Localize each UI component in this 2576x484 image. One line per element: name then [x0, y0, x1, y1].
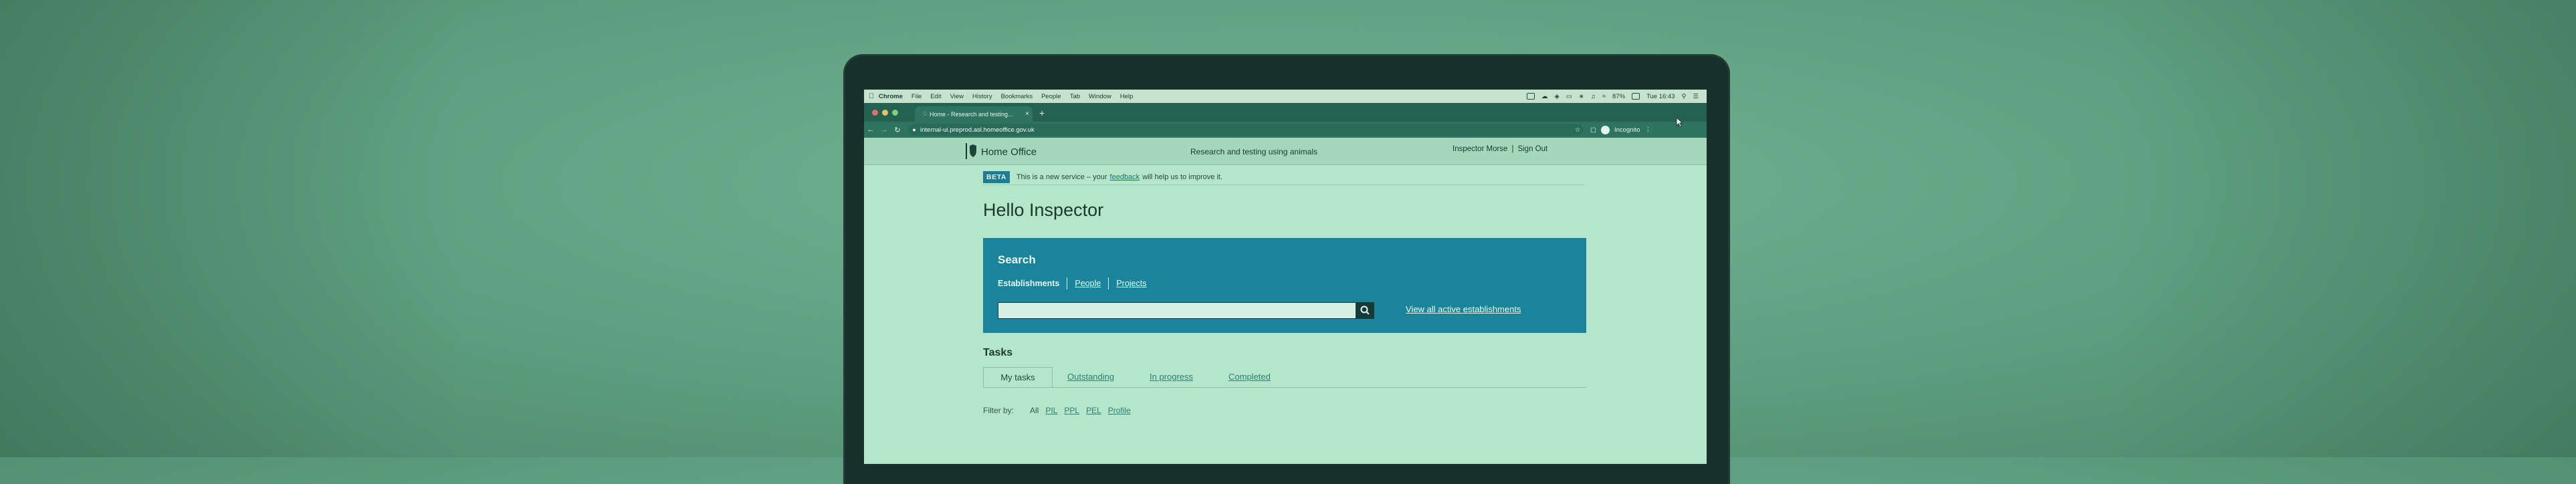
- mouse-cursor-icon: [1676, 117, 1684, 128]
- tab-completed[interactable]: Completed: [1228, 372, 1271, 382]
- crest-icon: [970, 144, 976, 157]
- service-name[interactable]: Research and testing using animals: [1190, 147, 1317, 156]
- clock[interactable]: Tue 16:43: [1646, 93, 1675, 100]
- menu-file[interactable]: File: [911, 93, 922, 100]
- menu-help[interactable]: Help: [1120, 93, 1134, 100]
- sign-out-link[interactable]: Sign Out: [1517, 145, 1547, 153]
- web-page: Home Office Research and testing using a…: [864, 138, 1707, 464]
- feedback-link[interactable]: feedback: [1110, 173, 1140, 181]
- lock-icon[interactable]: ●: [908, 126, 920, 133]
- page-title: Hello Inspector: [983, 200, 1104, 220]
- filter-ppl[interactable]: PPL: [1064, 406, 1079, 415]
- beta-text-start: This is a new service – your: [1016, 173, 1107, 181]
- browser-tab[interactable]: ♢ Home - Research and testing... ×: [915, 106, 1033, 122]
- search-button[interactable]: [1356, 302, 1374, 319]
- wifi-icon[interactable]: ≈: [1602, 93, 1606, 100]
- tab-my-tasks[interactable]: My tasks: [983, 367, 1053, 387]
- menu-tab[interactable]: Tab: [1070, 93, 1080, 100]
- filter-pel[interactable]: PEL: [1086, 406, 1101, 415]
- search-icon: [1360, 306, 1370, 315]
- address-bar[interactable]: ● internal-ui.preprod.asl.homeoffice.gov…: [908, 124, 1584, 136]
- beta-text-end: will help us to improve it.: [1142, 173, 1223, 181]
- home-office-logo[interactable]: Home Office: [981, 146, 1037, 158]
- tab-title: Home - Research and testing...: [930, 110, 1013, 118]
- task-filter: Filter by: All PIL PPL PEL Profile: [983, 406, 1131, 415]
- search-panel: Search Establishments People Projects Vi…: [983, 238, 1586, 333]
- filter-label: Filter by:: [983, 406, 1014, 415]
- view-all-establishments-link[interactable]: View all active establishments: [1406, 304, 1521, 314]
- laptop-screen:  Chrome File Edit View History Bookmark…: [864, 90, 1707, 464]
- volume-icon[interactable]: ♫: [1591, 93, 1596, 100]
- beta-tag: BETA: [983, 171, 1010, 183]
- filter-pil[interactable]: PIL: [1045, 406, 1057, 415]
- search-tab-divider: [1108, 277, 1109, 289]
- menubar-status-area: ☁ ◈ ▭ ∗ ♫ ≈ 87% Tue 16:43 ⚲ ☰: [1526, 92, 1707, 100]
- bookmark-star-icon[interactable]: ☆: [1572, 126, 1584, 134]
- cloud-icon[interactable]: ☁: [1541, 93, 1548, 100]
- menu-history[interactable]: History: [972, 93, 992, 100]
- menu-window[interactable]: Window: [1089, 93, 1111, 100]
- notification-center-icon[interactable]: ☰: [1693, 93, 1699, 100]
- more-menu-icon[interactable]: ⋮: [1645, 126, 1652, 134]
- status-app-icon[interactable]: [1526, 93, 1535, 100]
- tasks-heading: Tasks: [983, 347, 1013, 358]
- beta-banner: BETA This is a new service – your feedba…: [983, 170, 1585, 185]
- close-window-button[interactable]: [872, 110, 878, 116]
- close-tab-icon[interactable]: ×: [1022, 110, 1033, 118]
- search-input[interactable]: [998, 302, 1356, 319]
- site-header: Home Office Research and testing using a…: [864, 138, 1707, 165]
- brand-bar: [966, 143, 967, 159]
- forward-icon[interactable]: →: [877, 126, 891, 134]
- menu-bookmarks[interactable]: Bookmarks: [1001, 93, 1033, 100]
- minimize-window-button[interactable]: [882, 110, 888, 116]
- search-tab-people[interactable]: People: [1075, 279, 1101, 288]
- apple-icon[interactable]: : [864, 92, 879, 100]
- menu-edit[interactable]: Edit: [930, 93, 941, 100]
- dropbox-icon[interactable]: ◈: [1554, 93, 1559, 100]
- new-tab-icon[interactable]: +: [1039, 108, 1045, 118]
- monitor-icon[interactable]: ▭: [1566, 93, 1572, 100]
- menu-people[interactable]: People: [1041, 93, 1061, 100]
- zoom-window-button[interactable]: [892, 110, 898, 116]
- battery-percent: 87%: [1612, 92, 1626, 100]
- battery-icon[interactable]: [1632, 93, 1640, 100]
- search-tabs: Establishments People Projects: [998, 277, 1146, 289]
- search-tab-projects[interactable]: Projects: [1116, 279, 1146, 288]
- user-separator: |: [1511, 145, 1514, 153]
- browser-toolbar: ← → ↻ ● internal-ui.preprod.asl.homeoffi…: [864, 122, 1707, 138]
- task-tabs: My tasks Outstanding In progress Complet…: [983, 367, 1586, 388]
- reload-icon[interactable]: ↻: [891, 126, 904, 134]
- spotlight-search-icon[interactable]: ⚲: [1682, 93, 1687, 100]
- url-text[interactable]: internal-ui.preprod.asl.homeoffice.gov.u…: [920, 126, 1572, 134]
- browser-tabstrip: ♢ Home - Research and testing... × +: [864, 103, 1707, 122]
- cast-icon[interactable]: ▢: [1590, 126, 1596, 134]
- tab-in-progress[interactable]: In progress: [1150, 372, 1193, 382]
- filter-all[interactable]: All: [1030, 406, 1039, 415]
- menu-chrome[interactable]: Chrome: [879, 93, 903, 100]
- menu-view[interactable]: View: [950, 93, 964, 100]
- browser-tools: ▢ Incognito ⋮: [1590, 125, 1652, 134]
- search-tab-establishments[interactable]: Establishments: [998, 279, 1059, 288]
- search-title: Search: [998, 253, 1036, 266]
- window-controls: [872, 110, 898, 116]
- user-links: Inspector Morse | Sign Out: [1453, 145, 1547, 153]
- crest-favicon-icon: ♢: [922, 110, 928, 117]
- mac-menubar:  Chrome File Edit View History Bookmark…: [864, 90, 1707, 103]
- user-name-link[interactable]: Inspector Morse: [1453, 145, 1507, 153]
- bluetooth-icon[interactable]: ∗: [1579, 93, 1584, 100]
- profile-label[interactable]: Incognito: [1614, 126, 1640, 134]
- incognito-icon[interactable]: [1600, 125, 1610, 134]
- tab-outstanding[interactable]: Outstanding: [1067, 372, 1114, 382]
- filter-profile[interactable]: Profile: [1108, 406, 1131, 415]
- back-icon[interactable]: ←: [864, 126, 877, 134]
